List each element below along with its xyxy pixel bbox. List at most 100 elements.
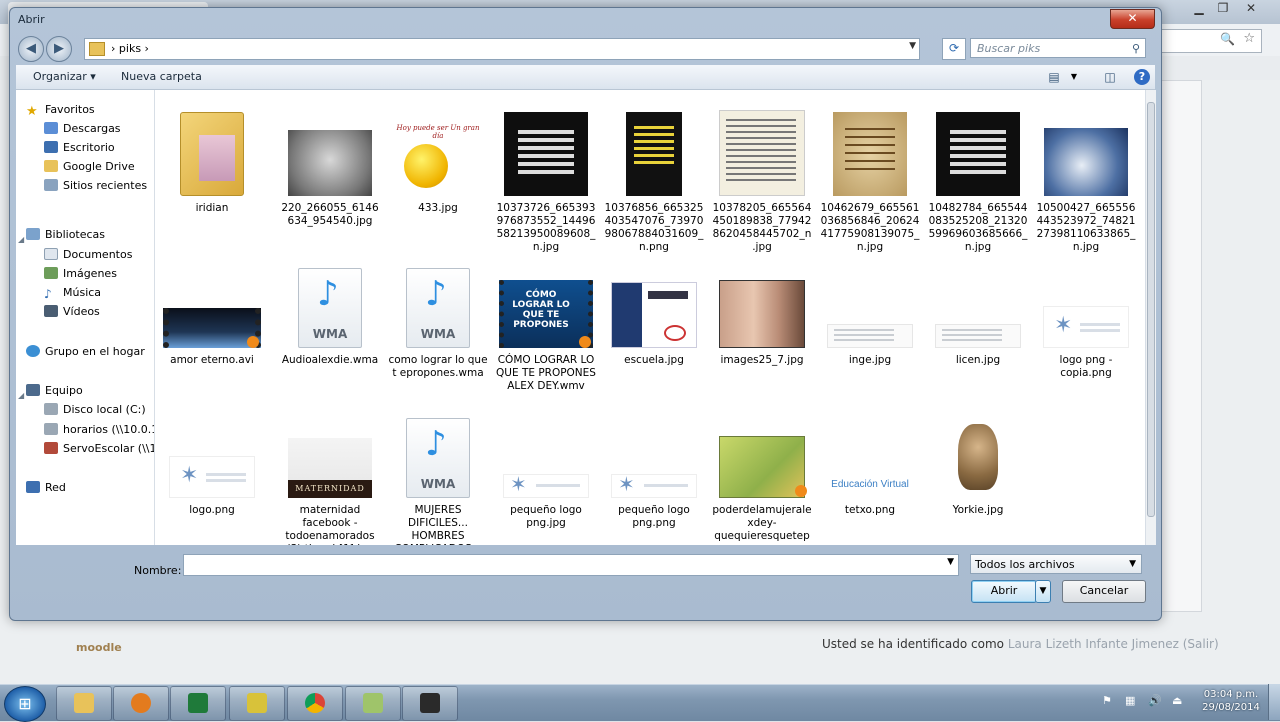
file-list: iridian 220_266055_6146634_954540.jpg Hoy … [155,90,1145,545]
nav-item-descargas[interactable]: Descargas [44,120,121,138]
nav-computer[interactable]: Equipo [26,382,83,400]
preview-pane-icon[interactable]: ◫ [1102,69,1118,85]
browser-omnibox[interactable]: 🔍 ☆ [1160,29,1262,53]
address-bar[interactable]: › piks › ▼ [84,38,920,60]
close-window-icon[interactable]: ✕ [1238,0,1264,18]
file-item[interactable]: inge.jpg [820,262,920,367]
usb-icon[interactable]: ⏏ [1172,694,1182,707]
file-item[interactable]: ✶ logo png - copia.png [1036,262,1136,380]
file-item[interactable]: iridian [162,110,262,215]
nav-item-videos[interactable]: Vídeos [44,303,100,321]
expand-arrow-icon[interactable]: ◢ [18,391,24,400]
nav-network[interactable]: Red [26,479,66,497]
nav-favorites[interactable]: ★ Favoritos [26,101,95,119]
refresh-icon[interactable]: ⟳ [942,38,966,60]
expand-arrow-icon[interactable]: ◢ [18,235,24,244]
file-item[interactable]: escuela.jpg [604,262,704,367]
star-icon[interactable]: ☆ [1243,31,1255,46]
new-folder-button[interactable]: Nueva carpeta [121,70,202,83]
login-user-link[interactable]: Laura Lizeth Infante Jimenez [1008,637,1179,651]
forward-arrow-icon[interactable]: ▶ [46,36,72,62]
file-item[interactable]: ✶ pequeño logo png.png [604,412,704,530]
taskbar-camera[interactable] [402,686,458,721]
moodle-logo[interactable]: moodle [76,641,122,654]
logout-link[interactable]: (Salir) [1183,637,1219,651]
folder-icon [180,112,244,196]
file-item[interactable]: 10373726_665393976873552_144965821395008… [496,110,596,254]
file-name: Audioalexdie.wma [281,354,379,366]
chevron-down-icon[interactable]: ▼ [1066,69,1082,85]
wma-file-icon: ♪ WMA [298,268,362,348]
file-item[interactable]: Yorkie.jpg [928,412,1028,517]
cancel-button[interactable]: Cancelar [1062,580,1146,603]
breadcrumb[interactable]: › piks › [111,42,149,55]
open-options-dropdown[interactable]: ▼ [1035,580,1051,603]
open-button[interactable]: Abrir [971,580,1037,603]
chevron-down-icon[interactable]: ▼ [947,557,954,567]
nav-item-google-drive[interactable]: Google Drive [44,158,135,176]
file-item[interactable]: Hoy puede ser Un gran día 433.jpg [388,110,488,215]
file-item[interactable]: 10500427_665556443523972_748212739811063… [1036,110,1136,254]
image-thumbnail [935,324,1021,348]
search-input[interactable]: Buscar piks ⚲ [970,38,1146,58]
taskbar-app[interactable] [229,686,285,721]
file-item[interactable]: Educación Virtual tetxo.png [820,412,920,517]
taskbar-excel[interactable] [170,686,226,721]
chevron-down-icon[interactable]: ▼ [1129,555,1136,574]
file-item[interactable]: ♪ WMA Audioalexdie.wma [280,262,380,367]
nav-homegroup[interactable]: Grupo en el hogar [26,343,145,361]
file-item[interactable]: ♪ WMA como lograr lo que t epropones.wma [388,262,488,380]
file-item[interactable]: licen.jpg [928,262,1028,367]
taskbar-explorer[interactable] [56,686,112,721]
file-item[interactable]: ♪WMA MUJERES DIFICILES... HOMBRES COMPLIC… [388,412,488,545]
disconnected-drive-icon [44,442,58,454]
start-button[interactable]: ⊞ [4,686,46,722]
network-icon[interactable]: ▦ [1125,694,1135,707]
file-item[interactable]: MATERNIDAD maternidad facebook - todoenam… [280,412,380,545]
file-type-filter[interactable]: Todos los archivos ▼ [970,554,1142,574]
nav-item-escritorio[interactable]: Escritorio [44,139,115,157]
action-center-icon[interactable]: ⚑ [1102,694,1112,707]
dialog-close-button[interactable]: ✕ [1110,9,1155,29]
file-item[interactable]: amor eterno.avi [162,262,262,367]
nav-item-musica[interactable]: ♪ Música [44,284,101,302]
libraries-icon [26,228,40,240]
nav-libraries[interactable]: Bibliotecas [26,226,105,244]
organize-menu[interactable]: Organizar ▾ [33,70,96,83]
taskbar-chrome[interactable] [287,686,343,721]
file-item[interactable]: ✶ pequeño logo png.jpg [496,412,596,530]
search-icon[interactable]: ⚲ [1132,39,1140,58]
nav-item-imagenes[interactable]: Imágenes [44,265,117,283]
view-options-icon[interactable]: ▤ [1046,69,1062,85]
file-item[interactable]: images25_7.jpg [712,262,812,367]
chevron-down-icon[interactable]: ▼ [909,41,916,51]
help-icon[interactable]: ? [1134,69,1150,85]
file-item[interactable]: 10462679_665561036856846_206244177590813… [820,110,920,254]
nav-item-servoescolar[interactable]: ServoEscolar (\\10. [44,440,154,458]
back-arrow-icon[interactable]: ◀ [18,36,44,62]
file-item[interactable]: poderdelamujeralexdey-quequieresquetepon… [712,412,812,545]
volume-icon[interactable]: 🔊 [1148,694,1162,707]
taskbar-media-player[interactable] [113,686,169,721]
file-item[interactable]: 220_266055_6146634_954540.jpg [280,110,380,228]
show-desktop-button[interactable] [1268,684,1280,720]
file-name: como lograr lo que t epropones.wma [388,354,488,379]
maximize-icon[interactable]: ❐ [1210,0,1236,18]
nav-item-documentos[interactable]: Documentos [44,246,132,264]
filename-input[interactable]: ▼ [183,554,959,576]
vertical-scrollbar[interactable] [1145,90,1156,545]
file-item[interactable]: ✶ logo.png [162,412,262,517]
nav-item-sitios-recientes[interactable]: Sitios recientes [44,177,147,195]
search-icon[interactable]: 🔍 [1220,32,1235,46]
file-item[interactable]: 10378205_665564450189838_779428620458445… [712,110,812,254]
minimize-icon[interactable]: ▁ [1186,0,1212,18]
nav-item-horarios[interactable]: horarios (\\10.0.1.1 [44,421,154,439]
file-name: MUJERES DIFICILES... HOMBRES COMPLICADOS… [394,504,481,545]
nav-item-disco-local[interactable]: Disco local (C:) [44,401,146,419]
file-item[interactable]: CÓMO LOGRAR LO QUE TE PROPONES CÓMO LOGRA… [496,262,596,393]
file-item[interactable]: 10376856_665325403547076_739709806788403… [604,110,704,254]
clock[interactable]: 03:04 p.m. 29/08/2014 [1196,688,1266,714]
scrollbar-thumb[interactable] [1147,102,1155,517]
taskbar-app[interactable] [345,686,401,721]
file-item[interactable]: 10482784_665544083525208_213205996960368… [928,110,1028,254]
